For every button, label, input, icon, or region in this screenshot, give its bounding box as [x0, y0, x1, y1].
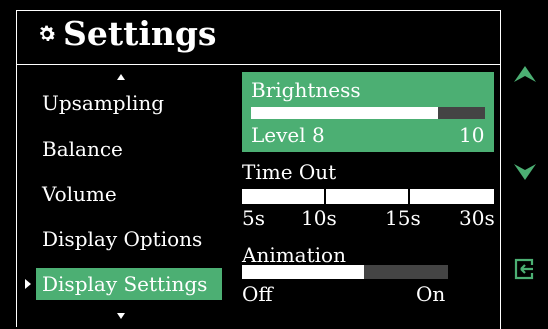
menu-item-display-settings[interactable]: Display Settings	[36, 268, 222, 300]
timeout-segment	[326, 189, 408, 204]
gear-icon	[40, 25, 56, 41]
animation-off-label: Off	[242, 282, 273, 306]
menu-scroll-down-icon[interactable]	[117, 313, 125, 319]
down-arrow-button[interactable]	[510, 156, 540, 186]
menu-item-volume[interactable]: Volume	[36, 178, 222, 210]
menu-item-label: Upsampling	[42, 91, 165, 115]
up-arrow-icon	[514, 66, 536, 82]
selection-marker-icon	[25, 279, 31, 289]
page-title: Settings	[36, 14, 217, 53]
exit-button[interactable]	[510, 254, 540, 284]
device-screen: Settings Upsampling Balance Volume Displ…	[0, 0, 548, 329]
brightness-max-label: 10	[459, 123, 485, 147]
timeout-option-5s[interactable]: 5s	[242, 206, 265, 230]
menu-item-label: Volume	[42, 182, 117, 206]
up-arrow-button[interactable]	[510, 60, 540, 90]
menu-item-label: Balance	[42, 137, 123, 161]
menu-item-label: Display Options	[42, 227, 203, 251]
down-arrow-icon	[514, 164, 536, 180]
menu-scroll-up-icon[interactable]	[117, 74, 125, 80]
brightness-slider[interactable]	[251, 107, 485, 119]
menu-item-display-options[interactable]: Display Options	[36, 223, 222, 255]
timeout-option-30s[interactable]: 30s	[459, 206, 495, 230]
brightness-slider-fill	[251, 107, 439, 119]
menu-item-upsampling[interactable]: Upsampling	[36, 87, 222, 119]
menu-item-balance[interactable]: Balance	[36, 133, 222, 165]
timeout-segment	[242, 189, 324, 204]
exit-icon	[514, 258, 534, 280]
timeout-option-10s[interactable]: 10s	[301, 206, 337, 230]
brightness-title: Brightness	[251, 78, 361, 102]
timeout-slider[interactable]	[242, 189, 494, 204]
timeout-option-15s[interactable]: 15s	[385, 206, 421, 230]
page-title-text: Settings	[63, 14, 217, 53]
animation-title: Animation	[242, 243, 346, 267]
animation-on-label: On	[416, 282, 446, 306]
menu-item-label: Display Settings	[42, 272, 208, 296]
timeout-segment	[410, 189, 492, 204]
timeout-segment	[492, 189, 494, 204]
brightness-level-label: Level 8	[251, 123, 325, 147]
animation-toggle-fill	[242, 265, 364, 279]
timeout-title: Time Out	[242, 160, 337, 184]
animation-toggle[interactable]	[242, 265, 448, 279]
